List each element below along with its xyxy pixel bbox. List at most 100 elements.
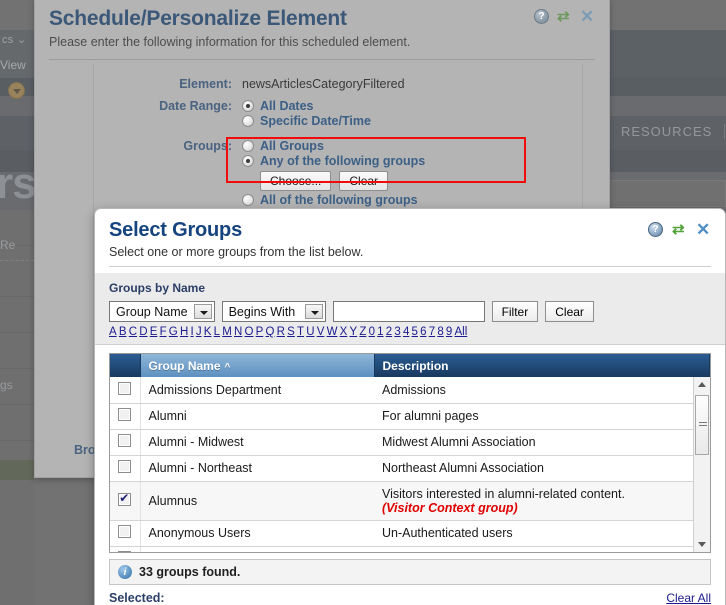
alpha-link-x[interactable]: X: [340, 326, 348, 338]
alpha-link-n[interactable]: N: [234, 326, 242, 338]
table-header-row: Group Name ^ Description: [110, 354, 710, 377]
row-checkbox[interactable]: [118, 551, 132, 552]
alpha-link-g[interactable]: G: [169, 326, 178, 338]
alpha-link-v[interactable]: V: [317, 326, 325, 338]
radio-specific-date-input[interactable]: [242, 115, 254, 127]
alpha-link-w[interactable]: W: [327, 326, 338, 338]
alpha-link-h[interactable]: H: [180, 326, 188, 338]
scrollbar-thumb[interactable]: [695, 395, 709, 455]
row-checkbox[interactable]: [118, 408, 132, 421]
table-row[interactable]: AlumnusVisitors interested in alumni-rel…: [110, 481, 710, 521]
row-checkbox[interactable]: [118, 434, 132, 447]
alpha-link-1[interactable]: 1: [377, 326, 383, 338]
alpha-link-a[interactable]: A: [109, 326, 117, 338]
alpha-link-i[interactable]: I: [190, 326, 193, 338]
alpha-link-5[interactable]: 5: [412, 326, 418, 338]
refresh-swap-icon[interactable]: ⇄: [672, 222, 687, 237]
row-checkbox-cell[interactable]: [110, 377, 141, 404]
table-row[interactable]: Alumni For alumni pages: [110, 403, 710, 430]
row-checkbox-cell[interactable]: [110, 520, 141, 547]
close-icon[interactable]: ✕: [696, 221, 711, 238]
row-checkbox-cell[interactable]: [110, 429, 141, 456]
scroll-down-icon[interactable]: [694, 536, 710, 552]
radio-all-dates[interactable]: All Dates: [242, 99, 371, 113]
help-icon[interactable]: ?: [648, 222, 663, 237]
table-scrollbar[interactable]: [693, 377, 710, 552]
table-row[interactable]: Alumni - Northeast Northeast Alumni Assoc…: [110, 455, 710, 482]
alpha-link-o[interactable]: O: [245, 326, 254, 338]
alpha-link-z[interactable]: Z: [359, 326, 366, 338]
alpha-link-b[interactable]: B: [119, 326, 127, 338]
chevron-down-icon[interactable]: [304, 304, 323, 319]
alpha-link-l[interactable]: L: [214, 326, 220, 338]
table-row[interactable]: Anonymous Users Un-Authenticated users: [110, 520, 710, 547]
date-range-label: Date Range:: [159, 99, 232, 113]
column-header-description[interactable]: Description: [374, 354, 710, 377]
alpha-link-6[interactable]: 6: [420, 326, 426, 338]
help-icon[interactable]: ?: [534, 9, 549, 24]
table-row[interactable]: Admissions Department Admissions: [110, 377, 710, 404]
radio-all-dates-input[interactable]: [242, 100, 254, 112]
row-checkbox[interactable]: [118, 460, 132, 473]
row-checkbox[interactable]: [118, 525, 132, 538]
radio-any-following-groups[interactable]: Any of the following groups: [242, 154, 425, 168]
alpha-link-2[interactable]: 2: [386, 326, 392, 338]
alpha-link-p[interactable]: P: [256, 326, 264, 338]
row-checkbox-cell[interactable]: [110, 455, 141, 482]
radio-any-following-groups-input[interactable]: [242, 155, 254, 167]
alpha-link-s[interactable]: S: [287, 326, 295, 338]
radio-all-groups-input[interactable]: [242, 140, 254, 152]
filter-text-input[interactable]: [332, 301, 485, 322]
radio-specific-date[interactable]: Specific Date/Time: [242, 114, 371, 128]
radio-all-following-groups[interactable]: All of the following groups: [242, 193, 425, 207]
cell-description: Admissions: [374, 377, 710, 404]
clear-filter-button[interactable]: Clear: [545, 301, 594, 322]
alpha-link-q[interactable]: Q: [266, 326, 275, 338]
column-header-group-name[interactable]: Group Name ^: [140, 354, 375, 377]
dialog2-title: Select Groups: [109, 219, 242, 241]
alpha-link-all[interactable]: All: [455, 326, 468, 338]
row-checkbox-cell[interactable]: [110, 403, 141, 430]
scroll-up-icon[interactable]: [694, 377, 710, 393]
radio-all-following-groups-input[interactable]: [242, 194, 254, 206]
alpha-link-9[interactable]: 9: [446, 326, 452, 338]
dialog1-title: Schedule/Personalize Element: [49, 7, 347, 30]
alpha-link-d[interactable]: D: [139, 326, 147, 338]
refresh-swap-icon[interactable]: ⇄: [557, 9, 572, 24]
alpha-link-r[interactable]: R: [277, 326, 285, 338]
row-checkbox[interactable]: [118, 491, 132, 506]
alpha-link-8[interactable]: 8: [437, 326, 443, 338]
alpha-link-j[interactable]: J: [196, 326, 202, 338]
alpha-link-y[interactable]: Y: [349, 326, 357, 338]
operator-select[interactable]: Begins With: [221, 301, 326, 322]
alpha-link-4[interactable]: 4: [403, 326, 409, 338]
alpha-link-e[interactable]: E: [150, 326, 158, 338]
alpha-link-f[interactable]: F: [160, 326, 167, 338]
groups-row: Groups: All Groups Any of the following …: [94, 139, 582, 208]
clear-all-link[interactable]: Clear All: [666, 591, 711, 605]
row-checkbox[interactable]: [118, 381, 132, 395]
chevron-down-icon[interactable]: [193, 304, 212, 319]
field-select[interactable]: Group Name: [109, 301, 215, 322]
alpha-link-m[interactable]: M: [222, 326, 232, 338]
cell-description: Visitors interested in alumni-related co…: [374, 481, 710, 521]
dialog1-header: Schedule/Personalize Element Please ente…: [35, 0, 609, 53]
clear-groups-button[interactable]: Clear: [339, 171, 389, 191]
dialog1-divider: [49, 59, 595, 60]
choose-button[interactable]: Choose...: [260, 171, 332, 191]
alpha-link-3[interactable]: 3: [394, 326, 400, 338]
row-checkbox-cell[interactable]: [110, 481, 141, 521]
table-row[interactable]: Authenticated UsersAll authenticated use…: [110, 546, 710, 552]
alphabet-filter-links[interactable]: A B C D E F G H I J K L M N O P Q R S T U V W X Y Z 0 1 2 3 4 5 6 7 8 9 All: [109, 326, 711, 338]
alpha-link-0[interactable]: 0: [369, 326, 375, 338]
alpha-link-c[interactable]: C: [129, 326, 137, 338]
row-checkbox-cell[interactable]: [110, 546, 141, 552]
table-row[interactable]: Alumni - Midwest Midwest Alumni Associati…: [110, 429, 710, 456]
alpha-link-7[interactable]: 7: [429, 326, 435, 338]
radio-all-groups[interactable]: All Groups: [242, 139, 425, 153]
filter-button[interactable]: Filter: [491, 301, 539, 322]
alpha-link-t[interactable]: T: [297, 326, 304, 338]
alpha-link-u[interactable]: U: [306, 326, 314, 338]
alpha-link-k[interactable]: K: [204, 326, 212, 338]
close-icon[interactable]: ✕: [580, 8, 595, 25]
